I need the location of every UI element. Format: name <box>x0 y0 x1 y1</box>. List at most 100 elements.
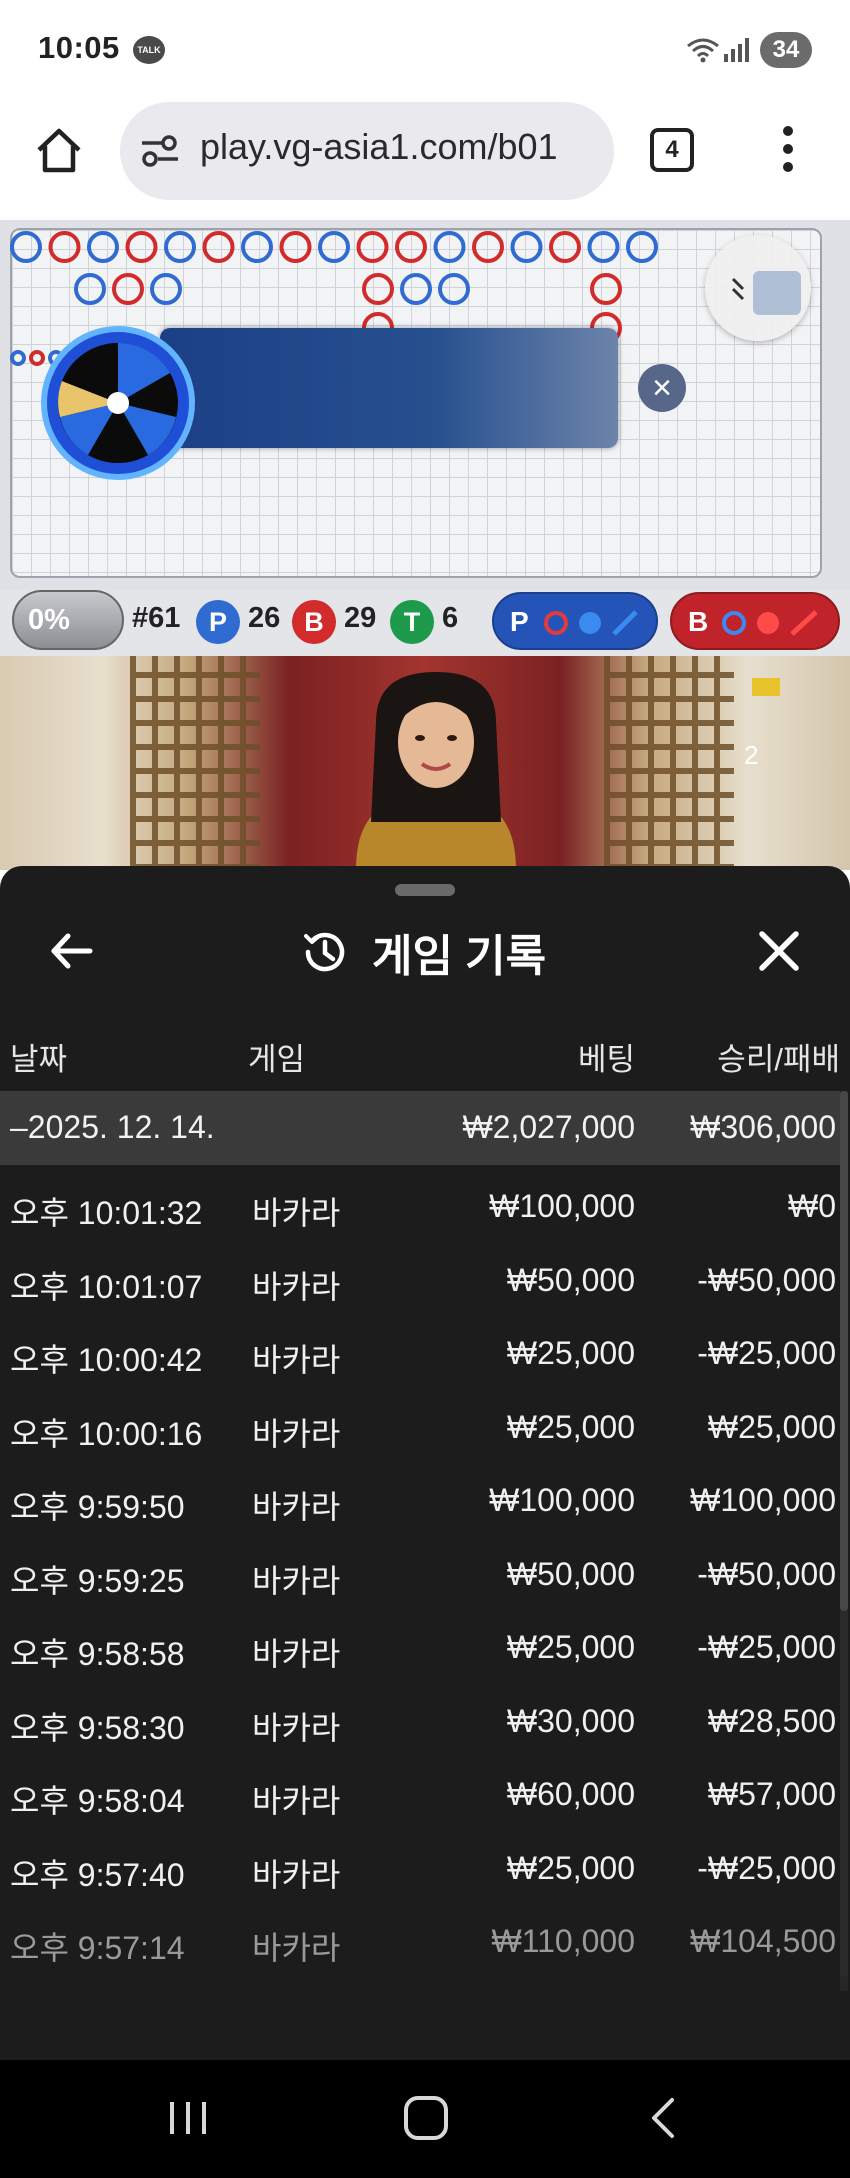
row-game: 바카라 <box>252 1195 341 1231</box>
road-mark <box>395 231 427 263</box>
history-row[interactable]: 오후 10:00:16 바카라 ₩25,000 ₩25,000 <box>0 1387 840 1461</box>
address-bar[interactable]: play.vg-asia1.com/b01 <box>120 102 614 200</box>
browser-toolbar: play.vg-asia1.com/b01 4 <box>0 100 850 220</box>
row-time: 오후 10:01:07 <box>10 1268 203 1305</box>
history-row[interactable]: 오후 10:01:32 바카라 ₩100,000 ₩0 <box>0 1166 840 1240</box>
row-bet: ₩25,000 <box>506 1335 635 1371</box>
road-mark <box>626 231 658 263</box>
url-text[interactable]: play.vg-asia1.com/b01 <box>200 126 600 168</box>
panel-title-text: 게임 기록 <box>372 932 547 981</box>
history-list: 오후 10:01:32 바카라 ₩100,000 ₩0 오후 10:01:07 … <box>0 1166 840 1975</box>
back-arrow-icon[interactable] <box>46 926 96 976</box>
row-bet: ₩60,000 <box>506 1776 635 1812</box>
close-banner-icon[interactable]: × <box>638 364 686 412</box>
shoe-progress: 0% <box>12 590 124 650</box>
history-row[interactable]: 오후 9:59:50 바카라 ₩100,000 ₩100,000 <box>0 1460 840 1534</box>
row-result: -₩25,000 <box>697 1629 836 1665</box>
promo-banner[interactable] <box>160 328 618 448</box>
live-video[interactable]: 2 <box>0 656 850 870</box>
group-bet-total: ₩2,027,000 <box>462 1109 635 1145</box>
row-game: 바카라 <box>252 1562 341 1599</box>
row-time: 오후 10:00:42 <box>10 1342 203 1378</box>
row-game: 바카라 <box>252 1342 341 1378</box>
scrollbar[interactable] <box>840 1091 848 1991</box>
scrollbar-thumb[interactable] <box>840 1091 848 1611</box>
player-predict-label: P <box>510 606 529 637</box>
video-counter: 2 <box>744 740 759 770</box>
tie-badge: T <box>390 600 434 644</box>
row-result: -₩50,000 <box>697 1261 836 1298</box>
history-row[interactable]: 오후 9:58:04 바카라 ₩60,000 ₩57,000 <box>0 1754 840 1828</box>
row-game: 바카라 <box>252 1783 341 1819</box>
road-mark <box>356 231 389 263</box>
close-icon[interactable] <box>754 926 804 976</box>
row-result: ₩0 <box>788 1188 836 1224</box>
row-time: 오후 10:00:16 <box>10 1415 203 1452</box>
history-row[interactable]: 오후 9:57:14 바카라 ₩110,000 ₩104,500 <box>0 1901 840 1975</box>
row-time: 오후 9:59:25 <box>10 1562 185 1599</box>
road-mark <box>74 273 106 305</box>
home-icon[interactable] <box>34 126 84 176</box>
row-bet: ₩50,000 <box>506 1261 635 1298</box>
row-result: -₩50,000 <box>697 1555 836 1592</box>
row-game: 바카라 <box>252 1268 341 1305</box>
history-row[interactable]: 오후 9:57:40 바카라 ₩25,000 -₩25,000 <box>0 1828 840 1902</box>
fullscreen-icon <box>753 271 801 315</box>
banker-badge: B <box>292 600 336 644</box>
history-row[interactable]: 오후 9:58:30 바카라 ₩30,000 ₩28,500 <box>0 1681 840 1755</box>
road-mark <box>433 231 466 263</box>
collapse-arrow-icon <box>731 277 745 301</box>
row-time: 오후 9:59:50 <box>10 1489 185 1525</box>
row-game: 바카라 <box>252 1709 341 1746</box>
banker-count: 29 <box>344 602 377 634</box>
row-bet: ₩25,000 <box>506 1408 635 1445</box>
road-mark <box>125 231 158 263</box>
road-mark <box>510 231 543 263</box>
row-time: 오후 10:01:32 <box>10 1195 203 1231</box>
group-date: –2025. 12. 14. <box>10 1109 215 1145</box>
road-mark <box>10 231 42 263</box>
expand-roadmap-button[interactable] <box>705 235 811 341</box>
talk-notification-icon: TALK <box>133 36 165 64</box>
road-mark <box>87 231 119 263</box>
road-mark <box>164 231 196 263</box>
status-time: 10:05 <box>38 30 120 65</box>
row-result: ₩25,000 <box>707 1408 836 1445</box>
history-row[interactable]: 오후 9:58:58 바카라 ₩25,000 -₩25,000 <box>0 1607 840 1681</box>
tab-switcher-button[interactable]: 4 <box>650 128 694 172</box>
flag-icon <box>752 678 780 696</box>
app-root: 10:05 TALK 34 play.vg-asia1.com/b01 4 × … <box>0 0 850 2178</box>
history-row[interactable]: 오후 10:00:42 바카라 ₩25,000 -₩25,000 <box>0 1313 840 1387</box>
site-settings-icon[interactable] <box>140 132 180 170</box>
road-mark <box>362 273 394 305</box>
header-bet: 베팅 <box>577 1042 635 1077</box>
row-result: ₩104,500 <box>690 1923 836 1959</box>
header-date: 날짜 <box>10 1042 68 1077</box>
history-row[interactable]: 오후 9:59:25 바카라 ₩50,000 -₩50,000 <box>0 1534 840 1608</box>
date-group-row[interactable]: –2025. 12. 14. ₩2,027,000 ₩306,000 <box>0 1091 840 1165</box>
history-row[interactable]: 오후 10:01:07 바카라 ₩50,000 -₩50,000 <box>0 1240 840 1314</box>
more-menu-icon[interactable] <box>780 126 796 176</box>
banker-predict-button[interactable]: B <box>670 592 840 650</box>
row-bet: ₩50,000 <box>506 1555 635 1592</box>
lucky-wheel-icon[interactable] <box>40 325 196 481</box>
road-mark <box>112 273 144 305</box>
row-result: ₩100,000 <box>690 1482 836 1518</box>
lattice-decor <box>130 656 260 870</box>
road-mark <box>150 273 182 305</box>
nav-home-icon[interactable] <box>404 2096 448 2140</box>
signal-icon <box>724 38 749 62</box>
player-count: 26 <box>248 602 281 634</box>
road-mark <box>241 231 273 263</box>
drag-handle[interactable] <box>395 884 455 896</box>
wifi-icon <box>687 38 719 63</box>
row-time: 오후 9:58:04 <box>10 1783 185 1819</box>
recent-apps-icon[interactable] <box>166 2098 210 2138</box>
player-predict-button[interactable]: P <box>492 592 658 650</box>
banker-predict-label: B <box>688 606 709 637</box>
row-result: ₩28,500 <box>707 1702 836 1739</box>
nav-back-icon[interactable] <box>648 2096 678 2140</box>
row-time: 오후 9:57:14 <box>10 1930 185 1966</box>
table-header: 날짜 게임 베팅 승리/패배 <box>0 1016 850 1102</box>
row-bet: ₩25,000 <box>506 1849 635 1886</box>
